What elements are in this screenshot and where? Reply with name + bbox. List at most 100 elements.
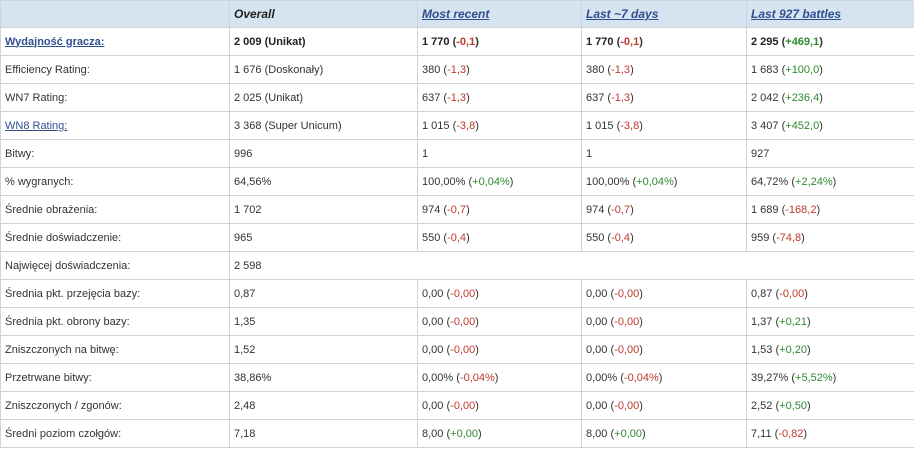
last-7-days-value: 0,00 xyxy=(586,343,608,356)
last-battles-delta-value: +0,50 xyxy=(779,399,807,412)
last-battles-delta-value: +469,1 xyxy=(785,35,820,48)
last-7-days-cell: 380 (-1,3) xyxy=(581,55,747,84)
last-7-days-value: 1 770 xyxy=(586,35,614,48)
row-label: Przetrwane bitwy: xyxy=(5,371,92,384)
overall-cell: 996 xyxy=(229,139,418,168)
most-recent-value: 550 xyxy=(422,231,441,244)
most-recent-delta: -0,00 xyxy=(450,316,475,328)
most-recent-delta-value: -0,04% xyxy=(459,371,495,384)
row-label: % wygranych: xyxy=(5,175,74,188)
table-row: Zniszczonych na bitwę: 1,52 0,00 (-0,00) 0,… xyxy=(0,335,914,364)
last-battles-value: 2 042 xyxy=(751,91,779,104)
last-battles-cell: 959 (-74,8) xyxy=(746,223,914,252)
row-label-link[interactable]: Wydajność gracza: xyxy=(5,36,104,48)
last-battles-delta: +469,1 xyxy=(785,36,819,48)
last-battles-value: 927 xyxy=(751,147,770,160)
last-7-days-value: 0,00 xyxy=(586,287,608,300)
last-7-days-delta-value: -0,1 xyxy=(620,35,640,48)
last-7-days-value: 380 xyxy=(586,63,605,76)
header-overall-label: Overall xyxy=(234,7,275,21)
last-battles-cell: 1,37 (+0,21) xyxy=(746,307,914,336)
last-battles-delta: +236,4 xyxy=(785,92,819,104)
overall-cell: 3 368 (Super Unicum) xyxy=(229,111,418,140)
table-row: Średnia pkt. obrony bazy: 1,35 0,00 (-0,00… xyxy=(0,307,914,336)
row-label: Zniszczonych na bitwę: xyxy=(5,343,119,356)
last-battles-delta: -0,82 xyxy=(778,428,803,440)
table-row: Bitwy: 996 1 1 927 xyxy=(0,139,914,168)
table-row: Wydajność gracza: 2 009 (Unikat) 1 770 (-0… xyxy=(0,27,914,56)
most-recent-value: 100,00% xyxy=(422,175,466,188)
overall-cell: 965 xyxy=(229,223,418,252)
last-battles-delta: +0,50 xyxy=(779,400,807,412)
row-label-cell[interactable]: WN8 Rating: xyxy=(0,111,230,140)
last-7-days-delta-value: -0,00 xyxy=(614,315,640,328)
most-recent-value: 0,00 xyxy=(422,343,444,356)
last-7-days-delta: -0,00 xyxy=(614,316,639,328)
last-7-days-value: 637 xyxy=(586,91,605,104)
most-recent-value: 974 xyxy=(422,203,441,216)
most-recent-link[interactable]: Most recent xyxy=(422,7,489,21)
last-battles-value: 7,11 xyxy=(751,427,772,440)
table-row: Najwięcej doświadczenia: 2 598 xyxy=(0,251,914,280)
last-battles-cell: 927 xyxy=(746,139,914,168)
last-7-days-delta-value: +0,04% xyxy=(636,175,674,188)
most-recent-delta-value: -0,00 xyxy=(450,343,476,356)
table-row: Zniszczonych / zgonów: 2,48 0,00 (-0,00) 0,… xyxy=(0,391,914,420)
last-7-days-cell: 1 770 (-0,1) xyxy=(581,27,747,56)
overall-cell: 64,56% xyxy=(229,167,418,196)
most-recent-delta-value: -0,1 xyxy=(456,35,476,48)
last-battles-link[interactable]: Last 927 battles xyxy=(751,7,841,21)
overall-cell: 1 702 xyxy=(229,195,418,224)
last-7-days-cell: 0,00 (-0,00) xyxy=(581,279,747,308)
overall-cell: 1 676 (Doskonały) xyxy=(229,55,418,84)
table-row: WN8 Rating: 3 368 (Super Unicum) 1 015 (-3… xyxy=(0,111,914,140)
last-7-days-cell: 0,00 (-0,00) xyxy=(581,391,747,420)
header-last-7-days[interactable]: Last ~7 days xyxy=(581,0,747,28)
most-recent-value: 0,00 xyxy=(422,399,444,412)
last-7-days-link[interactable]: Last ~7 days xyxy=(586,7,658,21)
last-battles-delta: +2,24% xyxy=(795,176,833,188)
table-row: % wygranych: 64,56% 100,00% (+0,04%) 100,00… xyxy=(0,167,914,196)
most-recent-delta: -1,3 xyxy=(447,92,466,104)
last-battles-value: 64,72% xyxy=(751,175,789,188)
row-label-cell: Przetrwane bitwy: xyxy=(0,363,230,392)
header-last-battles[interactable]: Last 927 battles xyxy=(746,0,914,28)
last-7-days-cell: 0,00% (-0,04%) xyxy=(581,363,747,392)
player-stats-table: Overall Most recent Last ~7 days Last 92… xyxy=(0,0,914,448)
row-label-cell: Zniszczonych / zgonów: xyxy=(0,391,230,420)
last-7-days-cell: 550 (-0,4) xyxy=(581,223,747,252)
last-7-days-value: 0,00% xyxy=(586,371,618,384)
row-label-cell[interactable]: Wydajność gracza: xyxy=(0,27,230,56)
most-recent-value: 1 015 xyxy=(422,119,450,132)
row-label-cell: Najwięcej doświadczenia: xyxy=(0,251,230,280)
last-battles-cell: 64,72% (+2,24%) xyxy=(746,167,914,196)
last-7-days-cell: 8,00 (+0,00) xyxy=(581,419,747,448)
most-recent-delta-value: +0,00 xyxy=(450,427,478,440)
last-7-days-cell: 1 015 (-3,8) xyxy=(581,111,747,140)
most-recent-delta: -0,00 xyxy=(450,288,475,300)
last-7-days-value: 8,00 xyxy=(586,427,608,440)
last-7-days-value: 974 xyxy=(586,203,605,216)
overall-value: 3 368 (Super Unicum) xyxy=(234,119,342,132)
table-row: Średnie obrażenia: 1 702 974 (-0,7) 974 (-0… xyxy=(0,195,914,224)
most-recent-cell: 974 (-0,7) xyxy=(417,195,582,224)
most-recent-cell: 8,00 (+0,00) xyxy=(417,419,582,448)
last-battles-value: 3 407 xyxy=(751,119,779,132)
row-label: Średnia pkt. obrony bazy: xyxy=(5,315,130,328)
header-most-recent[interactable]: Most recent xyxy=(417,0,582,28)
last-battles-delta-value: +100,0 xyxy=(785,63,820,76)
most-recent-delta: -0,1 xyxy=(456,36,475,48)
last-battles-delta-value: +0,20 xyxy=(779,343,807,356)
last-battles-delta-value: +5,52% xyxy=(795,371,833,384)
overall-value: 2 598 xyxy=(234,259,262,272)
last-battles-delta: -74,8 xyxy=(776,232,801,244)
row-label-link[interactable]: WN8 Rating: xyxy=(5,120,67,132)
last-7-days-delta-value: -0,00 xyxy=(614,287,640,300)
last-battles-delta-value: +2,24% xyxy=(795,175,833,188)
last-battles-cell: 1,53 (+0,20) xyxy=(746,335,914,364)
last-7-days-delta: -1,3 xyxy=(611,92,630,104)
table-row: Przetrwane bitwy: 38,86% 0,00% (-0,04%) 0,0… xyxy=(0,363,914,392)
last-7-days-cell: 1 xyxy=(581,139,747,168)
most-recent-cell: 1 015 (-3,8) xyxy=(417,111,582,140)
row-label-cell: Średni poziom czołgów: xyxy=(0,419,230,448)
